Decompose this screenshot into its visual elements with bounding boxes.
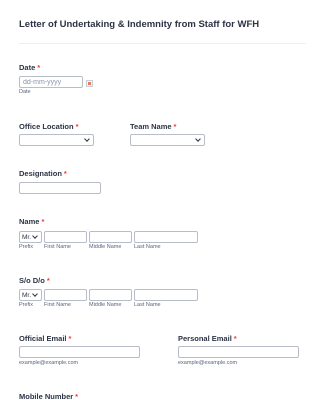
team-name-label: Team Name * [130, 122, 177, 131]
required-mark: * [233, 334, 237, 343]
official-email-sublabel: example@example.com [19, 360, 79, 366]
name-last-sublabel: Last Name [134, 244, 161, 250]
name-prefix-select[interactable]: Mr. [19, 231, 42, 243]
required-mark: * [75, 122, 79, 131]
personal-email-sublabel: example@example.com [178, 360, 238, 366]
name-first-sublabel: First Name [44, 244, 71, 250]
so-do-first-input[interactable] [44, 289, 87, 301]
name-first-input[interactable] [44, 231, 87, 243]
required-mark: * [68, 334, 72, 343]
designation-label: Designation * [19, 169, 67, 178]
office-location-label: Office Location * [19, 122, 79, 131]
required-mark: * [41, 217, 45, 226]
required-mark: * [63, 169, 67, 178]
so-do-prefix-sublabel: Prefix [19, 302, 34, 308]
so-do-prefix-value: Mr. [22, 291, 32, 299]
mobile-number-label: Mobile Number * [19, 392, 79, 400]
so-do-first-sublabel: First Name [44, 302, 71, 308]
office-location-select[interactable] [19, 134, 94, 146]
form-title: Letter of Undertaking & Indemnity from S… [19, 19, 260, 30]
name-label: Name * [19, 217, 45, 226]
name-middle-input[interactable] [89, 231, 132, 243]
chevron-down-icon [32, 233, 38, 239]
name-last-input[interactable] [134, 231, 198, 243]
designation-input[interactable] [19, 182, 101, 194]
chevron-down-icon [195, 136, 201, 142]
required-mark: * [46, 276, 50, 285]
so-do-prefix-select[interactable]: Mr. [19, 289, 42, 301]
official-email-input[interactable] [19, 346, 140, 358]
so-do-middle-sublabel: Middle Name [89, 302, 122, 308]
so-do-last-sublabel: Last Name [134, 302, 161, 308]
date-sublabel: Date [19, 89, 31, 95]
so-do-label: S/o D/o * [19, 276, 50, 285]
personal-email-label: Personal Email * [178, 334, 237, 343]
chevron-down-icon [32, 291, 38, 297]
required-mark: * [75, 392, 79, 400]
team-name-select[interactable] [130, 134, 205, 146]
official-email-label: Official Email * [19, 334, 72, 343]
date-label: Date * [19, 63, 41, 72]
name-prefix-sublabel: Prefix [19, 244, 34, 250]
required-mark: * [173, 122, 177, 131]
chevron-down-icon [84, 136, 90, 142]
required-mark: * [37, 63, 41, 72]
name-prefix-value: Mr. [22, 233, 32, 241]
title-divider [19, 43, 306, 44]
name-middle-sublabel: Middle Name [89, 244, 122, 250]
so-do-middle-input[interactable] [89, 289, 132, 301]
so-do-last-input[interactable] [134, 289, 198, 301]
calendar-icon[interactable] [86, 80, 93, 87]
date-input[interactable] [19, 76, 83, 88]
personal-email-input[interactable] [178, 346, 299, 358]
